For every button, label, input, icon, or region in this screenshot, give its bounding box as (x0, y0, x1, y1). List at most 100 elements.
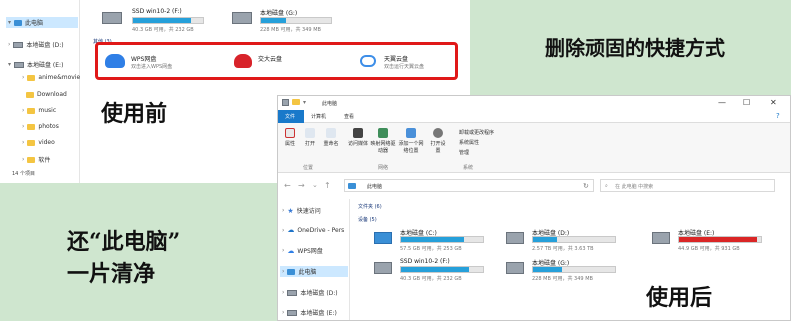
sidebar-item-e[interactable]: › 本地磁盘 (E:) (282, 308, 337, 317)
sidebar-item-this-pc[interactable]: › 此电脑 (280, 266, 348, 277)
rename-icon (326, 128, 336, 138)
drive-name: SSD win10-2 (F:) (400, 258, 450, 265)
access-media-button[interactable]: 访问媒体 (348, 128, 368, 147)
forward-icon[interactable]: → (298, 181, 305, 190)
drive-tile[interactable]: SSD win10-2 (F:) 40.3 GB 可用，共 232 GB (374, 258, 509, 282)
shortcut-wps-name: WPS网盘 (131, 56, 157, 63)
sidebar-item-quick-access[interactable]: › ★ 快速访问 (282, 206, 321, 216)
open-button[interactable]: 打开 (302, 128, 318, 147)
drive-icon (102, 12, 122, 24)
sidebar-folder-video[interactable]: › video (22, 139, 55, 146)
sidebar-item-onedrive[interactable]: › ☁ OneDrive - Pers (282, 226, 344, 234)
sidebar-item-d[interactable]: › 本地磁盘 (D:) (8, 40, 64, 49)
close-button[interactable]: ✕ (770, 98, 777, 107)
properties-icon (285, 128, 295, 138)
star-icon: ★ (287, 206, 294, 215)
tab-computer[interactable]: 计算机 (311, 113, 326, 120)
network-drive-icon (378, 128, 388, 138)
after-caption: 使用后 (646, 285, 713, 311)
window-title: 此电脑 (322, 101, 338, 107)
shortcut-jiaoda[interactable]: 交大云盘 (232, 52, 342, 74)
group-label-location: 位置 (303, 165, 314, 171)
add-network-location-button[interactable]: 添加一个网络位置 (398, 128, 424, 154)
tab-view[interactable]: 查看 (344, 113, 354, 120)
drive-icon (287, 289, 298, 296)
search-input[interactable]: ⌕ 在 此电脑 中搜索 (600, 179, 775, 192)
sidebar-item-wps[interactable]: › ☁ WPS网盘 (282, 246, 323, 256)
manage-link[interactable]: 管理 (459, 149, 469, 156)
drive-tile[interactable]: 本地磁盘 (C:) 57.5 GB 可用，共 253 GB (374, 228, 509, 252)
refresh-icon[interactable]: ↻ (583, 182, 589, 190)
sidebar-item-this-pc[interactable]: ▾ 此电脑 (6, 17, 78, 28)
open-settings-button[interactable]: 打开设置 (429, 128, 447, 154)
restore-caption-line2: 一片清净 (67, 261, 156, 287)
chevron-down-icon[interactable]: ▾ (303, 99, 306, 107)
title-bar: ▾ 此电脑 — ☐ ✕ (278, 96, 790, 110)
network-location-icon (406, 128, 416, 138)
sidebar-folder-download[interactable]: Download (26, 91, 67, 98)
save-icon[interactable] (282, 99, 289, 106)
section-folders[interactable]: 文件夹 (6) (358, 203, 382, 210)
system-properties-link[interactable]: 系统属性 (459, 139, 479, 146)
drive-usage-fill (533, 267, 562, 272)
folder-icon (27, 107, 36, 114)
cloud-icon: ☁ (287, 246, 295, 255)
drive-g-usage-fill (261, 18, 286, 23)
shortcut-tianyi-name: 天翼云盘 (384, 56, 409, 63)
map-network-drive-button[interactable]: 映射网络驱动器 (370, 128, 396, 154)
drive-usage-bar (678, 236, 762, 243)
shortcut-jiaoda-name: 交大云盘 (258, 56, 283, 63)
sidebar-folder-software[interactable]: › 软件 (22, 155, 50, 164)
minimize-button[interactable]: — (718, 98, 726, 107)
drive-icon (232, 12, 252, 24)
drive-g-free: 228 MB 可用，共 349 MB (260, 27, 321, 33)
up-icon[interactable]: ↑ (324, 181, 331, 190)
drive-icon (14, 61, 25, 68)
rename-button[interactable]: 重命名 (321, 128, 341, 147)
sidebar-item-e[interactable]: ▾ 本地磁盘 (E:) (8, 60, 63, 69)
shortcut-tianyi[interactable]: 天翼云盘 双击运行天翼云盘 (358, 52, 458, 74)
drive-free-space: 44.9 GB 可用，共 931 GB (678, 246, 740, 252)
sidebar-folder-photos[interactable]: › photos (22, 123, 59, 130)
folder-icon (27, 123, 36, 130)
quick-access-icons: ▾ (282, 99, 322, 107)
section-devices[interactable]: 设备 (5) (358, 216, 377, 223)
open-icon (305, 128, 315, 138)
sidebar-folder-music[interactable]: › music (22, 107, 56, 114)
jiaoda-cloud-icon (234, 54, 252, 68)
address-bar[interactable]: 此电脑 ↻ (344, 179, 594, 192)
chevron-down-icon[interactable]: ⌄ (312, 181, 318, 189)
drive-free-space: 40.3 GB 可用，共 232 GB (400, 276, 462, 282)
drive-icon (287, 309, 298, 316)
back-icon[interactable]: ← (284, 181, 291, 190)
ribbon: 属性 打开 重命名 访问媒体 映射网络驱动器 添加一个网络位置 打开设置 卸载或… (278, 123, 790, 173)
maximize-button[interactable]: ☐ (743, 98, 750, 107)
drive-usage-fill (401, 237, 465, 242)
help-icon[interactable]: ? (776, 112, 780, 120)
after-explorer-window: ▾ 此电脑 — ☐ ✕ 文件 计算机 查看 ? 属性 打开 重命名 访问媒体 映… (277, 95, 791, 321)
uninstall-program-link[interactable]: 卸载或更改程序 (459, 129, 494, 136)
sidebar-item-d[interactable]: › 本地磁盘 (D:) (282, 288, 338, 297)
before-caption: 使用前 (101, 101, 168, 127)
group-label-system: 系统 (463, 165, 474, 171)
sidebar-folder-anime[interactable]: › anime&movie (22, 74, 80, 81)
drive-f-usage-bar (132, 17, 204, 24)
properties-button[interactable]: 属性 (282, 128, 298, 147)
drive-tile[interactable]: 本地磁盘 (G:) 228 MB 可用，共 349 MB (506, 258, 641, 282)
search-icon: ⌕ (605, 183, 608, 189)
cloud-icon: ☁ (287, 226, 295, 234)
drive-usage-bar (532, 236, 616, 243)
tab-file[interactable]: 文件 (278, 110, 304, 123)
pc-icon (348, 183, 356, 189)
drive-free-space: 57.5 GB 可用，共 253 GB (400, 246, 462, 252)
drive-tile[interactable]: 本地磁盘 (E:) 44.9 GB 可用，共 931 GB (652, 228, 787, 252)
shortcut-wps-desc: 双击进入WPS网盘 (131, 64, 173, 70)
drive-tile[interactable]: 本地磁盘 (D:) 2.57 TB 可用，共 3.63 TB (506, 228, 641, 252)
restore-caption-line1: 还“此电脑” (67, 229, 181, 255)
folder-icon[interactable] (292, 99, 300, 105)
drive-f-usage-fill (133, 18, 192, 23)
drive-icon (506, 262, 524, 274)
drive-usage-bar (400, 236, 484, 243)
before-sidebar: ▾ 此电脑 › 本地磁盘 (D:) ▾ 本地磁盘 (E:) › anime&movie … (0, 0, 80, 183)
shortcut-wps[interactable]: WPS网盘 双击进入WPS网盘 (105, 52, 215, 74)
